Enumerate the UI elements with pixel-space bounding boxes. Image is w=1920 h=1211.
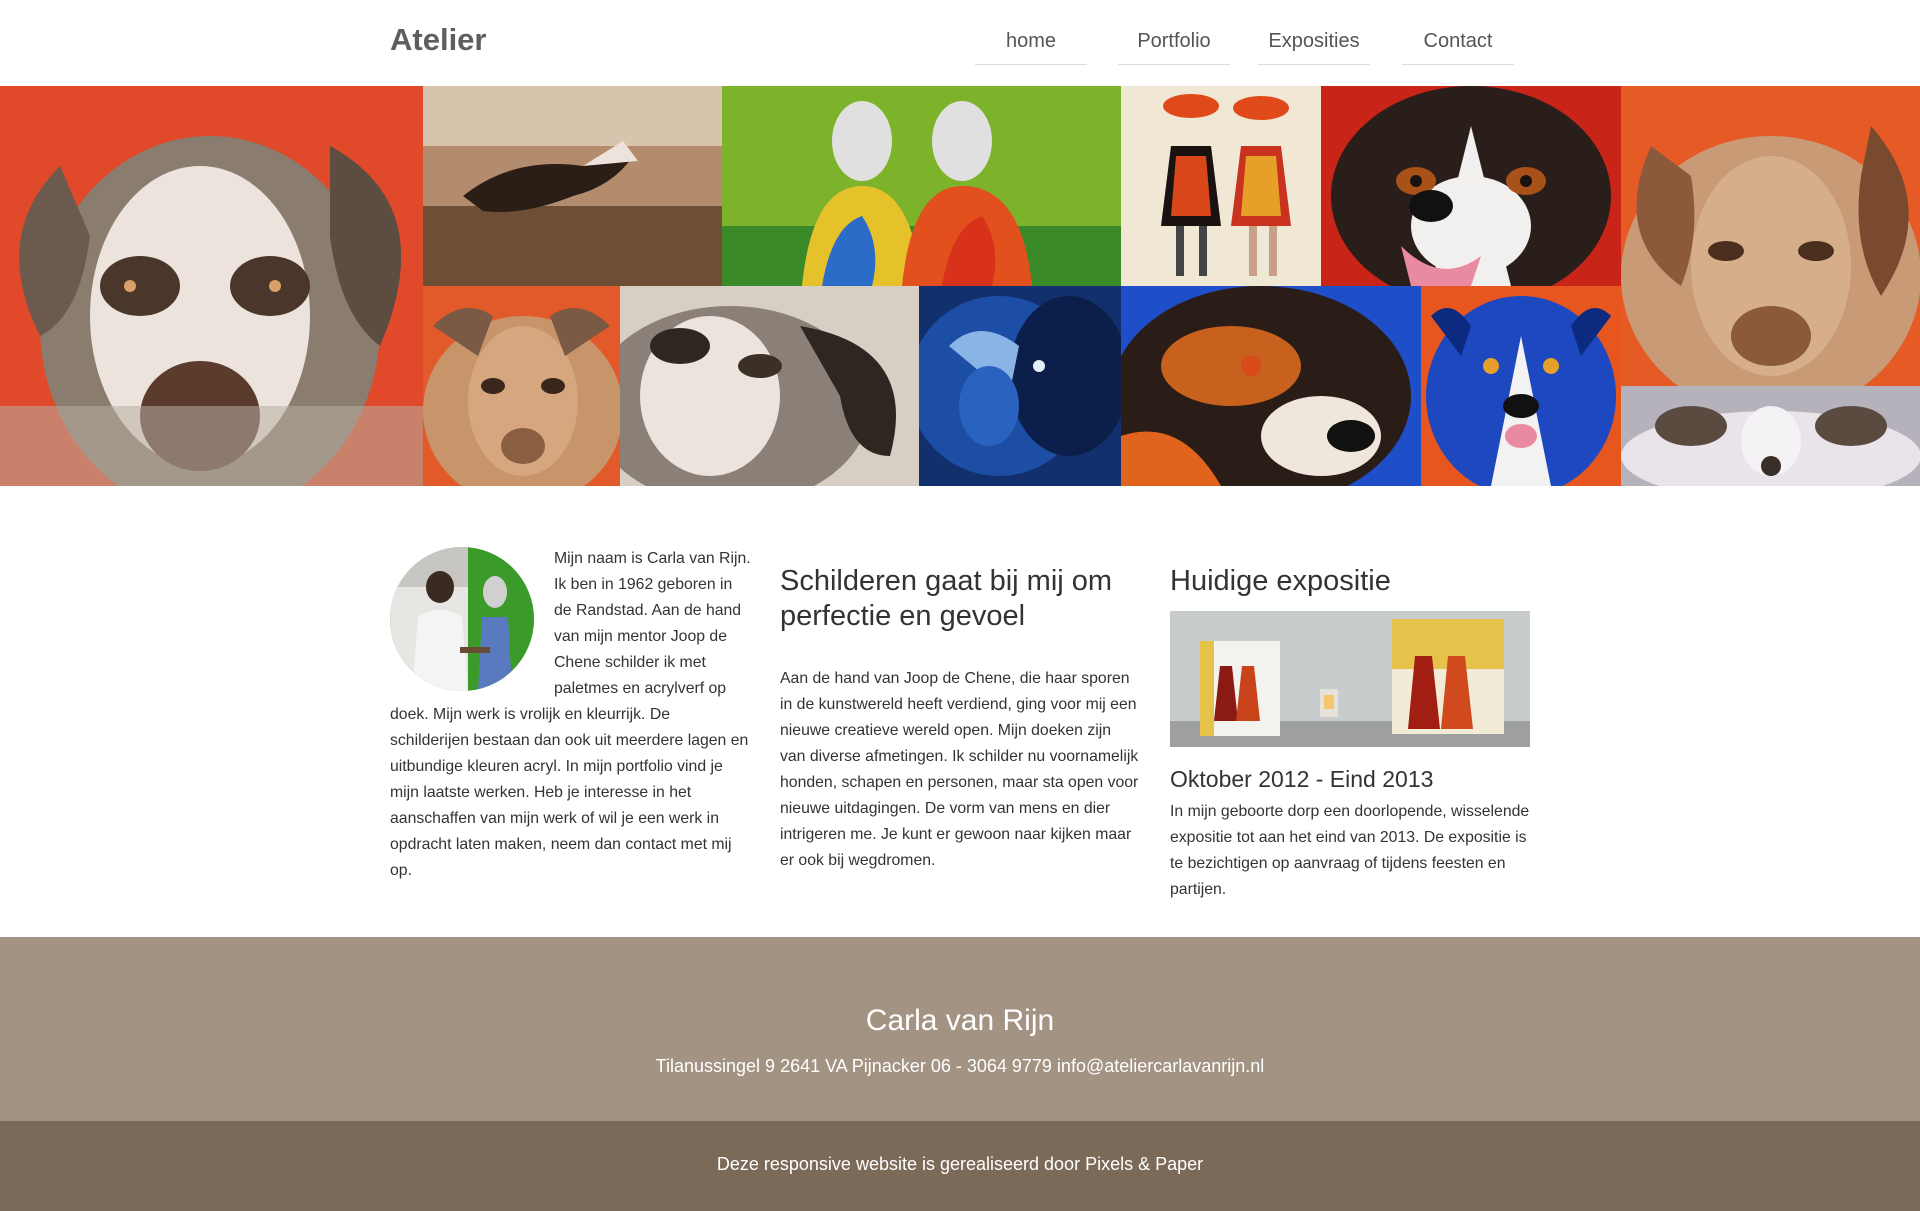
- dog-painting-blue[interactable]: [1121, 286, 1421, 486]
- painting-collage: [0, 86, 1920, 486]
- fashion-ladies-painting[interactable]: [1121, 86, 1321, 286]
- ram-painting-red[interactable]: [0, 86, 423, 486]
- exhibition-photo[interactable]: [1170, 611, 1530, 747]
- passion-column: Schilderen gaat bij mij om perfectie en …: [780, 540, 1140, 874]
- blue-dog-painting[interactable]: [1421, 286, 1621, 486]
- exhibition-column: Huidige expositie Oktober 2012 - Eind 20…: [1170, 540, 1540, 903]
- sheep-painting-blue[interactable]: [919, 286, 1121, 486]
- nav-portfolio[interactable]: Portfolio: [1118, 18, 1230, 65]
- sheep-painting-grey[interactable]: [620, 286, 919, 486]
- artist-photo: [390, 547, 534, 691]
- two-women-painting-green[interactable]: [722, 86, 1121, 286]
- exhibition-text: In mijn geboorte dorp een doorlopende, w…: [1170, 803, 1530, 898]
- contact-footer: Carla van Rijn Tilanussingel 9 2641 VA P…: [0, 937, 1920, 1121]
- footer-contact-details[interactable]: Tilanussingel 9 2641 VA Pijnacker 06 - 3…: [0, 1056, 1920, 1077]
- site-header: Atelier home Portfolio Exposities Contac…: [0, 0, 1920, 86]
- credit-footer: Deze responsive website is gerealiseerd …: [0, 1121, 1920, 1211]
- nav-home[interactable]: home: [975, 18, 1087, 65]
- passion-text: Aan de hand van Joop de Chene, die haar …: [780, 670, 1139, 869]
- ram-painting-orange[interactable]: [1621, 86, 1920, 386]
- about-column: Mijn naam is Carla van Rijn. Ik ben in 1…: [390, 540, 752, 884]
- sheep-painting-white[interactable]: [1621, 386, 1920, 486]
- nav-contact[interactable]: Contact: [1402, 18, 1514, 65]
- running-dog-painting[interactable]: [423, 86, 722, 286]
- footer-credit-text[interactable]: Deze responsive website is gerealiseerd …: [0, 1154, 1920, 1175]
- footer-artist-name: Carla van Rijn: [865, 1004, 1055, 1037]
- exhibition-period: Oktober 2012 - Eind 2013: [1170, 766, 1434, 792]
- border-collie-painting-red[interactable]: [1321, 86, 1621, 286]
- exhibition-heading: Huidige expositie: [1170, 565, 1391, 597]
- passion-heading: Schilderen gaat bij mij om perfectie en …: [780, 565, 1113, 632]
- main-nav: home Portfolio Exposities Contact: [0, 18, 1920, 66]
- nav-exposities[interactable]: Exposities: [1258, 18, 1370, 65]
- sheep-painting-brown[interactable]: [423, 286, 620, 486]
